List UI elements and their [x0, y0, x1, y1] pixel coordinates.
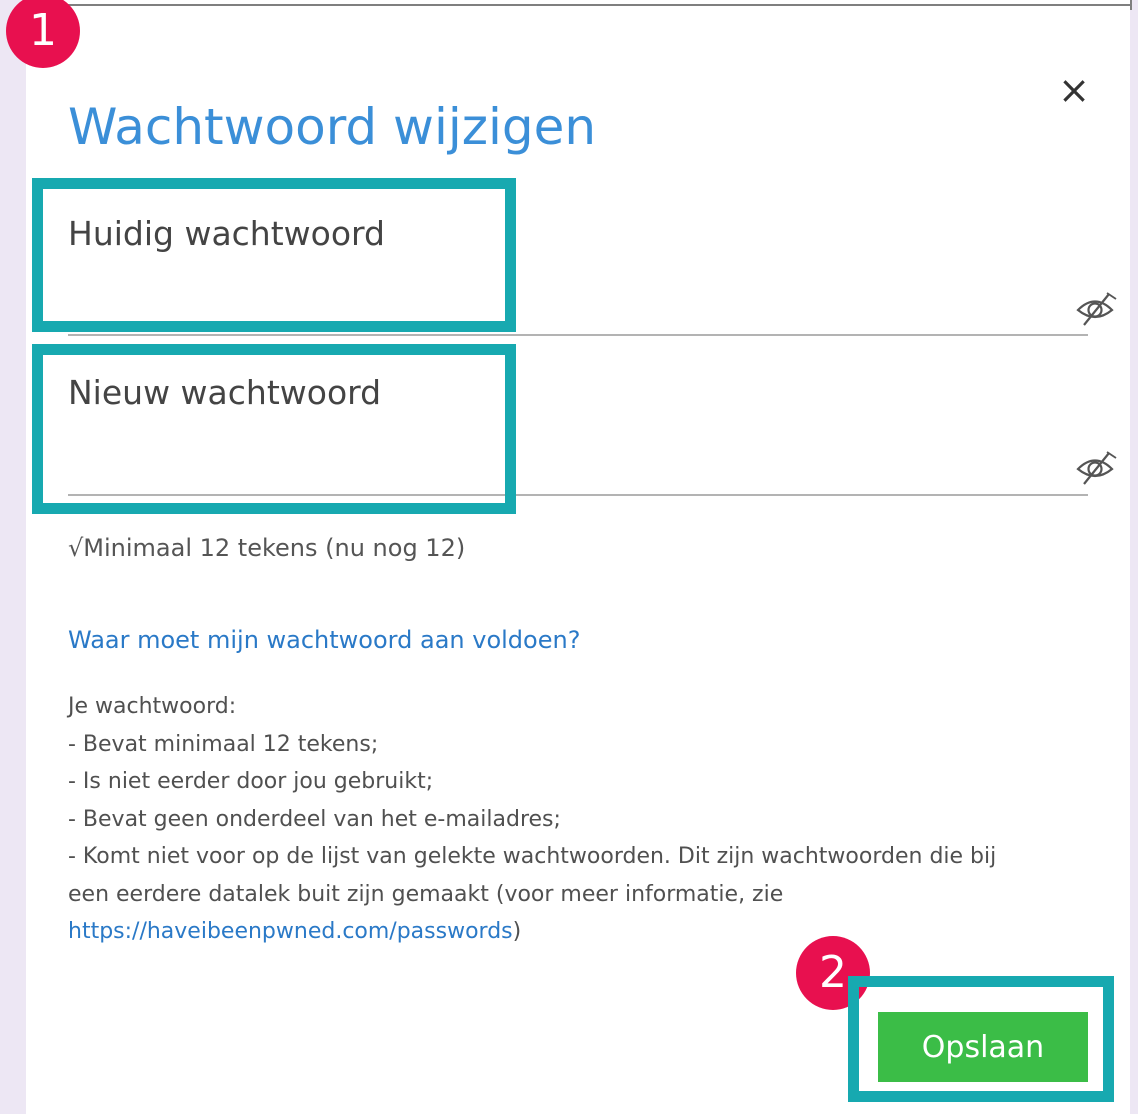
new-password-underline: [68, 494, 1088, 496]
requirement-rule: een eerdere datalek buit zijn gemaakt (v…: [68, 881, 784, 907]
dialog-title: Wachtwoord wijzigen: [68, 98, 597, 156]
right-border: [1130, 0, 1132, 10]
current-password-underline: [68, 334, 1088, 336]
requirement-rule: - Is niet eerder door jou gebruikt;: [68, 769, 434, 794]
current-password-label: Huidig wachtwoord: [68, 214, 385, 253]
requirements-intro: Je wachtwoord:: [68, 694, 237, 719]
requirement-rule: - Bevat geen onderdeel van het e-mailadr…: [68, 806, 561, 832]
save-button[interactable]: Opslaan: [878, 1012, 1088, 1082]
requirement-url-suffix: ): [512, 919, 522, 944]
password-length-hint: √Minimaal 12 tekens (nu nog 12): [68, 534, 466, 562]
step-marker-2: 2: [796, 936, 870, 1010]
close-icon[interactable]: ×: [1054, 70, 1094, 110]
current-password-input[interactable]: [68, 288, 1068, 324]
page: 1 × Wachtwoord wijzigen Huidig wachtwoor…: [0, 0, 1138, 1114]
new-password-label: Nieuw wachtwoord: [68, 373, 382, 412]
requirement-url-line: https://haveibeenpwned.com/passwords): [68, 913, 1078, 951]
requirement-rule: - Komt niet voor op de lijst van gelekte…: [68, 844, 997, 869]
password-requirements-link[interactable]: Waar moet mijn wachtwoord aan voldoen?: [68, 626, 580, 654]
requirement-rule: - Bevat minimaal 12 tekens;: [68, 731, 379, 757]
haveibeenpwned-link[interactable]: https://haveibeenpwned.com/passwords: [68, 919, 513, 944]
eye-slash-icon[interactable]: [1072, 288, 1118, 328]
top-border: [26, 4, 1130, 6]
password-requirements: Je wachtwoord: - Bevat minimaal 12 teken…: [68, 688, 1078, 951]
new-password-input[interactable]: [68, 446, 1068, 482]
eye-slash-icon[interactable]: [1072, 447, 1118, 487]
